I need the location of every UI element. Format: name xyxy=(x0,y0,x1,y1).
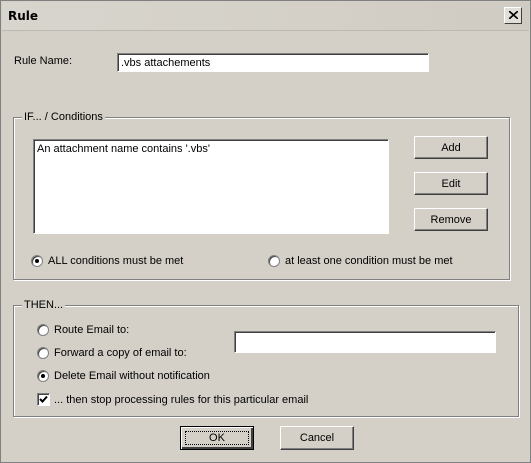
all-conditions-label[interactable]: ALL conditions must be met xyxy=(48,255,183,267)
then-legend: THEN... xyxy=(22,299,66,311)
rule-name-label: Rule Name: xyxy=(14,55,73,67)
rule-name-input[interactable] xyxy=(118,54,428,71)
rule-dialog: Rule Rule Name: IF... / Conditions An at… xyxy=(0,0,531,463)
edit-button-label: Edit xyxy=(441,177,461,190)
list-item[interactable]: An attachment name contains '.vbs' xyxy=(37,143,210,155)
route-email-label[interactable]: Route Email to: xyxy=(54,324,129,336)
conditions-legend: IF... / Conditions xyxy=(22,111,105,123)
remove-button[interactable]: Remove xyxy=(414,208,488,231)
close-icon xyxy=(509,11,518,19)
forward-copy-radio[interactable] xyxy=(37,347,49,359)
all-conditions-radio[interactable] xyxy=(31,255,43,267)
any-condition-label[interactable]: at least one condition must be met xyxy=(285,255,453,267)
route-email-radio[interactable] xyxy=(37,324,49,336)
stop-processing-checkbox[interactable] xyxy=(37,393,50,406)
cancel-button-label: Cancel xyxy=(299,432,335,444)
add-button-label: Add xyxy=(441,141,461,154)
stop-processing-label[interactable]: ... then stop processing rules for this … xyxy=(54,394,308,406)
forward-copy-label[interactable]: Forward a copy of email to: xyxy=(54,347,187,359)
title-bar[interactable]: Rule xyxy=(2,2,529,31)
rule-name-field[interactable] xyxy=(117,53,429,72)
delete-email-label[interactable]: Delete Email without notification xyxy=(54,370,210,382)
ok-button[interactable]: OK xyxy=(180,426,254,450)
cancel-button[interactable]: Cancel xyxy=(280,426,354,450)
forward-email-field[interactable] xyxy=(234,331,496,353)
edit-button[interactable]: Edit xyxy=(414,172,488,195)
conditions-list[interactable]: An attachment name contains '.vbs' xyxy=(33,139,389,234)
ok-button-label: OK xyxy=(209,432,225,444)
dialog-title: Rule xyxy=(8,9,39,23)
any-condition-radio[interactable] xyxy=(268,255,280,267)
forward-email-input[interactable] xyxy=(235,332,495,352)
add-button[interactable]: Add xyxy=(414,136,488,159)
remove-button-label: Remove xyxy=(430,213,472,226)
close-button[interactable] xyxy=(504,7,522,24)
delete-email-radio[interactable] xyxy=(37,370,49,382)
checkmark-icon xyxy=(39,395,48,403)
